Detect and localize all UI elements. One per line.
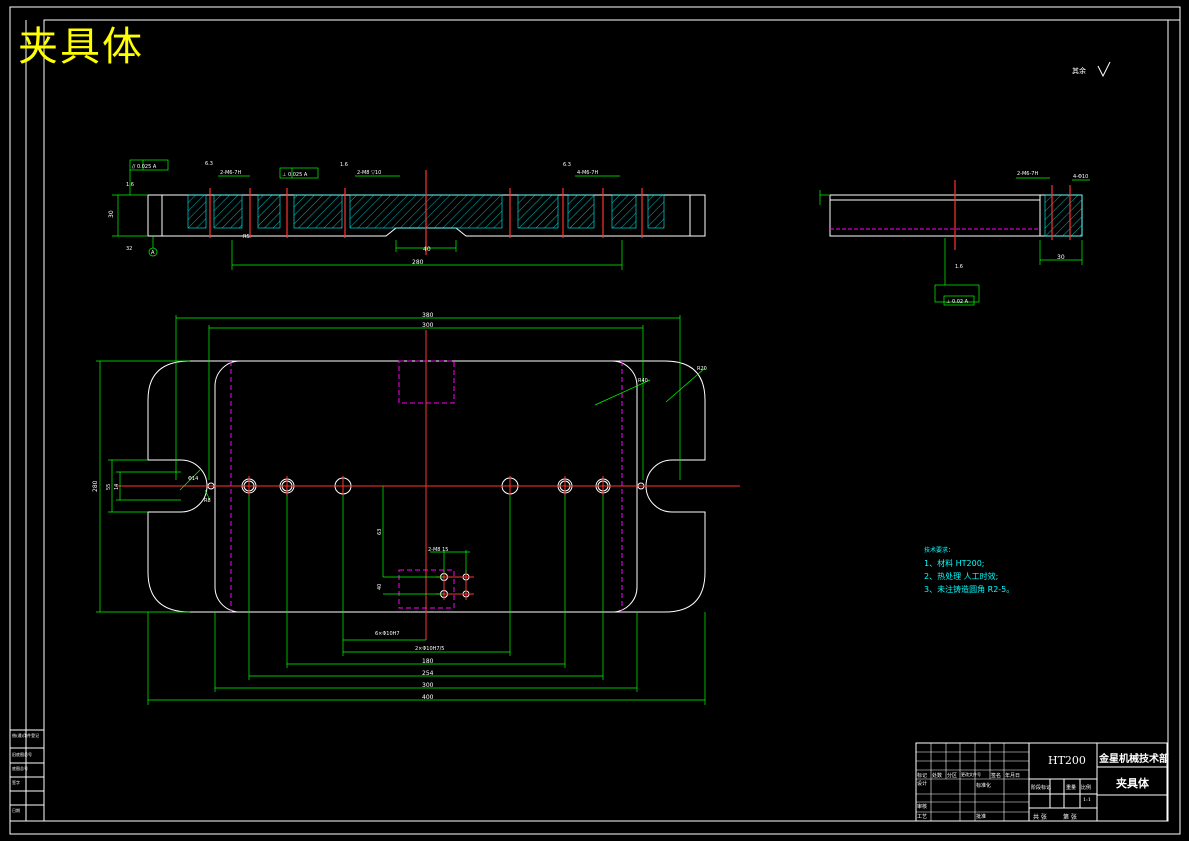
tb-sheet-total: 共 张 — [1033, 814, 1047, 821]
inner-border — [43, 19, 1169, 822]
tb-std: 标准化 — [976, 783, 992, 789]
tb-mark: 标记 — [917, 773, 928, 779]
svg-text:⊥ 0.02 A: ⊥ 0.02 A — [946, 299, 969, 305]
tb-weight: 重量 — [1066, 785, 1077, 791]
svg-text:2×Φ10H7/5: 2×Φ10H7/5 — [415, 646, 444, 652]
left-strip-item: 旧底图总号 — [12, 752, 32, 757]
svg-text:55: 55 — [106, 484, 112, 490]
svg-text:R5: R5 — [243, 234, 250, 240]
tb-qty: 处数 — [932, 773, 943, 779]
material-label: HT200 — [1048, 754, 1086, 767]
tb-scale-value: 1:1 — [1083, 797, 1092, 803]
svg-text:380: 380 — [422, 312, 434, 319]
svg-text:6×Φ10H7: 6×Φ10H7 — [375, 631, 400, 637]
tb-drawn: 设计 — [917, 781, 928, 787]
outer-border — [9, 6, 1181, 835]
technical-notes: 技术要求： 1、材料 HT200; 2、热处理 人工时效; 3、未注铸造圆角 R… — [924, 544, 1014, 596]
note-item: 2、热处理 人工时效; — [924, 572, 999, 581]
left-strip-item: 日期 — [12, 808, 20, 813]
department-label: 金星机械技术部 — [1099, 754, 1169, 765]
svg-text:2-M8 15: 2-M8 15 — [428, 547, 448, 553]
svg-text:280: 280 — [412, 259, 424, 266]
svg-text:300: 300 — [422, 322, 434, 329]
svg-text:⊥ 0.025 A: ⊥ 0.025 A — [282, 172, 308, 178]
svg-text:40: 40 — [377, 584, 383, 590]
tb-approve: 批准 — [976, 814, 987, 820]
tb-change-doc: 更改文件号 — [961, 772, 981, 777]
tb-scale: 比例 — [1081, 785, 1092, 791]
svg-text:400: 400 — [422, 694, 434, 701]
svg-text:14: 14 — [114, 484, 120, 490]
svg-text:2-M6-7H: 2-M6-7H — [1017, 171, 1038, 177]
svg-text:180: 180 — [422, 658, 434, 665]
svg-text:63: 63 — [377, 529, 383, 535]
svg-text:6.3: 6.3 — [563, 162, 571, 168]
note-item: 3、未注铸造圆角 R2-5。 — [924, 585, 1015, 594]
note-item: 1、材料 HT200; — [924, 559, 985, 568]
svg-text:4-M6-7H: 4-M6-7H — [577, 170, 598, 176]
svg-text:4-Φ10: 4-Φ10 — [1073, 174, 1088, 180]
part-name-label: 夹具体 — [1116, 777, 1149, 790]
svg-text:32: 32 — [126, 246, 132, 252]
svg-text:2-M6-7H: 2-M6-7H — [220, 170, 241, 176]
engineering-drawing: 280 40 30 // 0.025 A ⊥ 0.025 A 2-M6-7H 2… — [9, 6, 1181, 835]
drawing-title: 夹具体 — [18, 24, 144, 70]
svg-text:R8: R8 — [204, 498, 211, 504]
svg-text:1.6: 1.6 — [340, 162, 348, 168]
tb-zone: 分区 — [947, 773, 958, 779]
svg-text:R20: R20 — [697, 366, 707, 372]
front-section-view: 280 40 30 // 0.025 A ⊥ 0.025 A 2-M6-7H 2… — [108, 159, 706, 270]
left-strip-item: 签字 — [12, 780, 20, 785]
svg-text:1.6: 1.6 — [955, 264, 963, 270]
svg-text:A: A — [151, 250, 155, 256]
svg-text:30: 30 — [1057, 254, 1065, 261]
tb-stage: 阶段标记 — [1031, 785, 1052, 791]
tb-process: 工艺 — [917, 814, 928, 820]
tb-date: 年月日 — [1005, 773, 1021, 779]
svg-text:Φ14: Φ14 — [188, 476, 198, 482]
svg-text:40: 40 — [423, 246, 431, 253]
svg-text:254: 254 — [422, 670, 434, 677]
plan-view: 380 300 400 300 254 180 2×Φ10H7/5 6×Φ10H… — [92, 312, 740, 705]
svg-text:6.3: 6.3 — [205, 161, 213, 167]
roughness-symbol-other — [1097, 61, 1111, 78]
svg-text:1.6: 1.6 — [126, 182, 134, 188]
svg-text:// 0.025 A: // 0.025 A — [132, 164, 157, 170]
svg-text:R40: R40 — [638, 378, 648, 384]
notes-heading: 技术要求： — [924, 547, 955, 554]
left-strip-item: 底图总号 — [12, 766, 28, 771]
svg-text:2-M8 ▽10: 2-M8 ▽10 — [357, 170, 381, 176]
surface-note: 其余 — [1072, 67, 1086, 75]
left-strip-item: 借(通)用件登记 — [12, 733, 40, 738]
tb-check: 审核 — [917, 804, 928, 810]
side-section-view: 30 2-M6-7H 4-Φ10 ⊥ 0.02 A 1.6 — [819, 171, 1090, 306]
tb-sheet-no: 第 张 — [1063, 814, 1077, 821]
svg-text:280: 280 — [92, 480, 99, 492]
svg-text:30: 30 — [108, 210, 115, 218]
svg-text:300: 300 — [422, 682, 434, 689]
tb-sign: 签名 — [991, 773, 1002, 779]
